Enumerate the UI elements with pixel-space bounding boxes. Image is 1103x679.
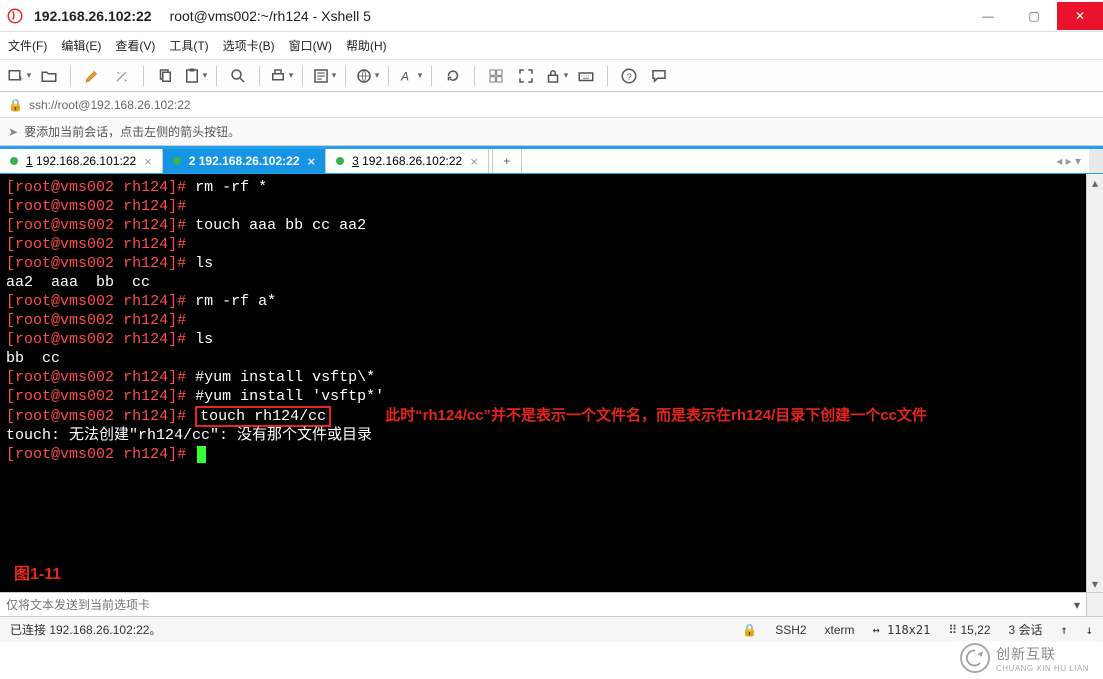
- tab-label: 1 1 192.168.26.101:22192.168.26.101:22: [26, 154, 136, 168]
- status-connection: 已连接 192.168.26.102:22。: [10, 621, 161, 638]
- tab-close-icon[interactable]: ×: [308, 154, 316, 169]
- properties-icon[interactable]: ▾: [311, 63, 337, 89]
- menu-help[interactable]: 帮助(H): [346, 37, 387, 54]
- fullscreen-icon[interactable]: [513, 63, 539, 89]
- menu-view[interactable]: 查看(V): [115, 37, 155, 54]
- copy-icon[interactable]: [152, 63, 178, 89]
- tab-status-dot: [336, 157, 344, 165]
- add-session-icon[interactable]: ➤: [8, 125, 18, 139]
- terminal[interactable]: [root@vms002 rh124]# rm -rf *[root@vms00…: [0, 174, 1086, 592]
- pen-icon[interactable]: [79, 63, 105, 89]
- menu-window[interactable]: 窗口(W): [289, 37, 332, 54]
- window-controls: — ▢ ✕: [965, 2, 1103, 30]
- scroll-down-icon[interactable]: ▾: [1087, 575, 1103, 592]
- refresh-icon[interactable]: [440, 63, 466, 89]
- tab-status-dot: [10, 157, 18, 165]
- tab-1[interactable]: 1 1 192.168.26.101:22192.168.26.101:22 ×: [0, 149, 163, 173]
- status-size: ↔ 118x21: [873, 623, 931, 637]
- menu-tools[interactable]: 工具(T): [169, 37, 208, 54]
- watermark-text: 创新互联: [996, 646, 1056, 662]
- chat-icon[interactable]: [646, 63, 672, 89]
- status-term: xterm: [825, 623, 855, 637]
- tab-label: 2 192.168.26.102:22: [189, 154, 300, 168]
- info-text: 要添加当前会话，点击左侧的箭头按钮。: [24, 123, 240, 140]
- keyboard-icon[interactable]: [573, 63, 599, 89]
- tab-close-icon[interactable]: ×: [470, 154, 478, 169]
- maximize-button[interactable]: ▢: [1011, 2, 1057, 30]
- svg-text:A: A: [400, 69, 409, 83]
- status-bar: 已连接 192.168.26.102:22。 🔒 SSH2 xterm ↔ 11…: [0, 616, 1103, 642]
- minimize-button[interactable]: —: [965, 2, 1011, 30]
- new-session-icon[interactable]: +▾: [6, 63, 32, 89]
- watermark-logo-icon: [960, 643, 990, 673]
- status-nav-down[interactable]: ↓: [1086, 623, 1093, 637]
- ssh-lock-icon: 🔒: [8, 98, 23, 112]
- close-button[interactable]: ✕: [1057, 2, 1103, 30]
- terminal-scrollbar[interactable]: ▴ ▾: [1086, 174, 1103, 592]
- tab-overflow-scrollbar[interactable]: [1089, 149, 1103, 173]
- open-icon[interactable]: [36, 63, 62, 89]
- status-lock-icon: 🔒: [742, 623, 757, 637]
- globe-icon[interactable]: ▾: [354, 63, 380, 89]
- menu-bar: 文件(F) 编辑(E) 查看(V) 工具(T) 选项卡(B) 窗口(W) 帮助(…: [0, 32, 1103, 60]
- status-protocol: SSH2: [775, 623, 806, 637]
- watermark: 创新互联 CHUANG XIN HU LIAN: [954, 641, 1095, 675]
- status-pos: ⠿ 15,22: [948, 623, 990, 637]
- help-icon[interactable]: ?: [616, 63, 642, 89]
- send-bar: ▾: [0, 592, 1103, 616]
- menu-file[interactable]: 文件(F): [8, 37, 47, 54]
- tab-close-icon[interactable]: ×: [144, 154, 152, 169]
- title-path: root@vms002:~/rh124 - Xshell 5: [170, 8, 371, 24]
- search-icon[interactable]: [225, 63, 251, 89]
- title-host: 192.168.26.102:22: [34, 8, 152, 24]
- tab-status-dot: [173, 157, 181, 165]
- send-input[interactable]: [6, 598, 1068, 612]
- font-icon[interactable]: A▾: [397, 63, 423, 89]
- svg-text:+: +: [18, 74, 23, 84]
- send-scrollbar[interactable]: [1086, 593, 1103, 616]
- tab-add-button[interactable]: +: [492, 149, 522, 173]
- toolbar: +▾ ▾ ▾ ▾ ▾ A▾ ▾ ?: [0, 60, 1103, 92]
- wand-icon[interactable]: [109, 63, 135, 89]
- paste-icon[interactable]: ▾: [182, 63, 208, 89]
- padlock-icon[interactable]: ▾: [543, 63, 569, 89]
- print-icon[interactable]: ▾: [268, 63, 294, 89]
- watermark-subtext: CHUANG XIN HU LIAN: [996, 664, 1089, 673]
- scroll-up-icon[interactable]: ▴: [1087, 174, 1103, 191]
- app-icon: [6, 7, 24, 25]
- tab-bar: 1 1 192.168.26.101:22192.168.26.101:22 ×…: [0, 146, 1103, 174]
- menu-tab[interactable]: 选项卡(B): [223, 37, 275, 54]
- figure-label: 图1-11: [14, 565, 61, 584]
- grid-icon[interactable]: [483, 63, 509, 89]
- tab-label: 3 192.168.26.102:22: [352, 154, 462, 168]
- url-text[interactable]: ssh://root@192.168.26.102:22: [29, 98, 191, 112]
- session-info-bar: ➤ 要添加当前会话，点击左侧的箭头按钮。: [0, 118, 1103, 146]
- send-more-icon[interactable]: ▾: [1068, 598, 1086, 612]
- tab-3[interactable]: 3 192.168.26.102:22 ×: [326, 149, 489, 173]
- svg-text:?: ?: [627, 71, 632, 81]
- tab-2[interactable]: 2 192.168.26.102:22 ×: [163, 149, 326, 173]
- status-sessions: 3 会话: [1009, 621, 1043, 638]
- menu-edit[interactable]: 编辑(E): [61, 37, 101, 54]
- title-bar: 192.168.26.102:22 root@vms002:~/rh124 - …: [0, 0, 1103, 32]
- tab-nav-arrows[interactable]: ◂ ▸ ▾: [1048, 149, 1089, 173]
- status-nav-up[interactable]: ↑: [1061, 623, 1068, 637]
- url-bar: 🔒 ssh://root@192.168.26.102:22: [0, 92, 1103, 118]
- terminal-container: [root@vms002 rh124]# rm -rf *[root@vms00…: [0, 174, 1103, 592]
